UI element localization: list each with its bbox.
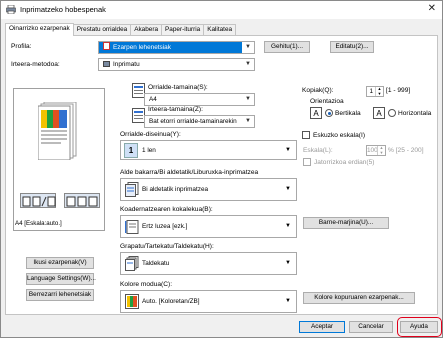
manual-scaling-label: Eskuzko eskala(I)	[313, 132, 366, 139]
color-mode-value: Auto. [Koloretan/ZB]	[142, 298, 200, 305]
duplex-value: Bi aldetatik inprimatzea	[142, 186, 209, 193]
center-original-label: Jatorrizkoa erdian(5)	[314, 159, 375, 166]
ok-button[interactable]: Aceptar	[299, 321, 345, 333]
chevron-down-icon: ▼	[285, 298, 291, 304]
portrait-label: Bertikala	[335, 110, 361, 117]
basic-settings-panel: Profila: Ezarpen lehenetsiak ▼ Gehitu(1)…	[5, 35, 438, 315]
collate-value: Taldekatu	[142, 260, 170, 267]
output-size-label: Irteera-tamaina(Z):	[148, 106, 203, 113]
duplex-label: Alde bakarra/Bi aldetatik/Liburuxka-inpr…	[120, 169, 259, 176]
profile-select[interactable]: Ezarpen lehenetsiak ▼	[98, 41, 255, 54]
add-profile-button[interactable]: Gehitu(1)...	[264, 41, 310, 53]
chevron-down-icon: ▼	[245, 61, 251, 67]
landscape-radio[interactable]	[388, 109, 396, 117]
copies-range: [1 - 999]	[386, 87, 411, 94]
binding-icon	[125, 220, 139, 234]
restore-defaults-button[interactable]: Berrezarri lehenetsiak	[26, 289, 94, 301]
binding-location-label: Koadernatzearen kokalekua(B):	[120, 206, 213, 213]
profile-label: Profila:	[11, 43, 32, 50]
page-preview: A4 [Eskala:auto.]	[13, 88, 105, 231]
chevron-down-icon: ▼	[285, 186, 291, 192]
center-original-checkbox[interactable]	[303, 158, 311, 166]
language-settings-button[interactable]: Language Settings(W)...	[26, 273, 96, 285]
view-settings-button[interactable]: Ikusi ezarpenak(V)	[26, 257, 94, 269]
layout-buttons-right[interactable]	[64, 193, 100, 208]
one-up-icon: 1	[124, 143, 138, 158]
output-method-value: Inprimatu	[113, 61, 140, 68]
manual-scaling-checkbox[interactable]	[302, 131, 310, 139]
spin-arrows-icon[interactable]: ▲ ▼	[377, 145, 385, 155]
copies-label: Kopiak(Q):	[302, 87, 334, 94]
duplex-select[interactable]: Bi aldetatik inprimatzea ▼	[120, 178, 297, 201]
output-size-select[interactable]: Bat etorri orrialde-tamainarekin ▼	[144, 115, 255, 128]
cancel-button[interactable]: Cancelar	[349, 321, 393, 333]
window-title: Inprimatzeko hobespenak	[20, 5, 106, 14]
spin-arrows-icon[interactable]: ▲ ▼	[375, 86, 383, 96]
page-layout-select[interactable]: 1 1 len ▼	[120, 140, 297, 160]
chevron-down-icon: ▼	[245, 118, 251, 124]
collate-icon	[125, 256, 139, 271]
collate-select[interactable]: Taldekatu ▼	[120, 252, 297, 275]
printer-icon	[103, 61, 110, 67]
print-preferences-window: Inprimatzeko hobespenak ✕ Oinarrizko eza…	[0, 0, 443, 338]
chevron-down-icon: ▼	[245, 96, 251, 102]
margin-button[interactable]: Barne-marjina(U)...	[303, 217, 389, 229]
layout-icons	[22, 196, 56, 207]
portrait-icon: A	[310, 107, 322, 119]
duplex-icon	[125, 182, 139, 197]
page-layout-label: Orrialde-diseinua(Y):	[120, 131, 181, 138]
output-method-select[interactable]: Inprimatu ▼	[98, 58, 255, 71]
preview-page-icon	[38, 102, 77, 160]
color-mode-icon	[125, 294, 139, 309]
edit-profile-button[interactable]: Editatu(2)...	[330, 41, 374, 53]
chevron-down-icon: ▼	[245, 44, 251, 50]
original-size-select[interactable]: A4 ▼	[144, 93, 255, 106]
orientation-label: Orientazioa	[310, 98, 344, 105]
scale-label: Eskala(L):	[303, 147, 333, 154]
page-layout-value: 1 len	[142, 147, 156, 154]
original-size-label: Orrialde-tamaina(S):	[148, 84, 208, 91]
title-bar: Inprimatzeko hobespenak ✕	[1, 1, 442, 19]
landscape-icon: A	[373, 107, 385, 119]
original-size-value: A4	[149, 96, 157, 103]
chevron-down-icon: ▼	[285, 147, 291, 153]
tab-basic-settings[interactable]: Oinarrizko ezarpenak	[5, 23, 74, 36]
color-mode-label: Kolore modua(C):	[120, 281, 173, 288]
preview-caption: A4 [Eskala:auto.]	[15, 220, 62, 227]
collate-label: Grapatu/Tartekatu/Taldekatu(H):	[120, 243, 214, 250]
scale-stepper[interactable]: 100 ▲ ▼	[366, 145, 386, 156]
color-settings-button[interactable]: Kolore kopuruaren ezarpenak...	[303, 292, 415, 304]
layout-buttons-left[interactable]	[20, 193, 56, 208]
landscape-label: Horizontala	[398, 110, 432, 117]
profile-icon	[103, 42, 110, 50]
output-size-value: Bat etorri orrialde-tamainarekin	[149, 118, 237, 125]
close-icon[interactable]: ✕	[428, 3, 436, 14]
chevron-down-icon: ▼	[285, 260, 291, 266]
copies-stepper[interactable]: 1 ▲ ▼	[366, 86, 384, 97]
portrait-radio[interactable]	[325, 109, 333, 117]
binding-location-select[interactable]: Ertz luzea [ezk.] ▼	[120, 215, 297, 238]
chevron-down-icon: ▼	[285, 223, 291, 229]
printer-icon	[6, 5, 16, 14]
copies-value: 1	[369, 88, 373, 95]
scale-range: % [25 - 200]	[388, 147, 424, 154]
binding-location-value: Ertz luzea [ezk.]	[142, 223, 188, 230]
profile-value: Ezarpen lehenetsiak	[113, 44, 171, 51]
color-mode-select[interactable]: Auto. [Koloretan/ZB] ▼	[120, 290, 297, 313]
output-method-label: Irteera-metodoa:	[11, 61, 60, 68]
finishing-icons	[66, 196, 98, 207]
highlight-ring	[397, 317, 442, 337]
